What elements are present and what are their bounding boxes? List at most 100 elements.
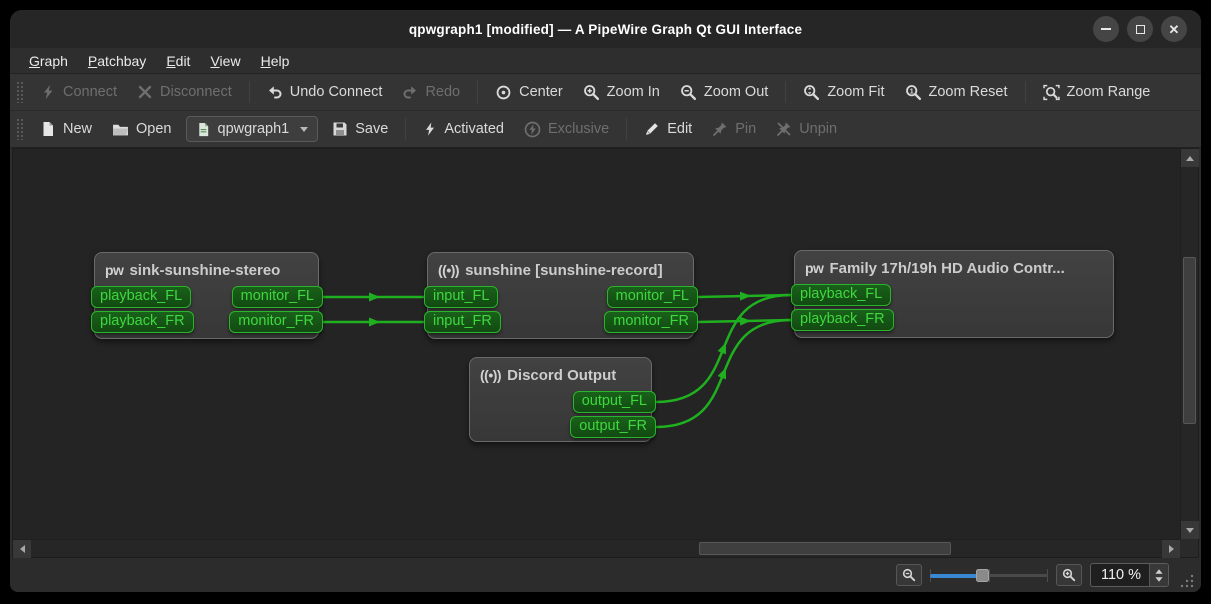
node-title: Discord Output (507, 367, 616, 384)
redo-button: Redo (392, 79, 470, 105)
scroll-up-button[interactable] (1181, 149, 1199, 167)
graph-node-sink[interactable]: pw sink-sunshine-stereo playback_FLplaybac… (94, 252, 319, 339)
session-dropdown[interactable]: qpwgraph1 (186, 116, 319, 142)
new-button[interactable]: New (30, 116, 102, 142)
edit-pencil-icon (644, 121, 660, 137)
node-title: sunshine [sunshine-record] (465, 262, 663, 279)
broadcast-icon: ((•)) (480, 367, 501, 383)
canvas-frame: pwsink-sunshine-stereoplayback_FLplaybac… (12, 148, 1199, 558)
port-output_FL[interactable]: output_FL (573, 391, 656, 413)
zoom-reset-icon: 1 (905, 84, 922, 101)
zoom-out-button[interactable]: Zoom Out (670, 79, 778, 106)
save-button[interactable]: Save (322, 116, 398, 142)
statusbar: 110 % (10, 558, 1201, 592)
close-button[interactable]: ✕ (1161, 16, 1187, 42)
disconnect-button: Disconnect (127, 79, 242, 105)
toolbar-separator (405, 118, 406, 140)
connection-arrow-icon (718, 367, 726, 379)
zoom-slider[interactable] (930, 566, 1048, 584)
vertical-scrollbar[interactable] (1180, 149, 1198, 539)
center-button[interactable]: Center (485, 79, 573, 106)
port-playback_FR[interactable]: playback_FR (91, 311, 194, 333)
scroll-down-button[interactable] (1181, 521, 1199, 539)
port-playback_FR[interactable]: playback_FR (791, 309, 894, 331)
connection-line[interactable] (698, 295, 791, 297)
undo-connect-button[interactable]: Undo Connect (257, 79, 393, 105)
menu-graph[interactable]: Graph (20, 51, 77, 71)
session-dropdown-label: qpwgraph1 (218, 121, 290, 137)
scroll-right-button[interactable] (1162, 540, 1180, 558)
toolbar-drag-handle[interactable] (16, 81, 24, 103)
port-input_FR[interactable]: input_FR (424, 311, 501, 333)
titlebar[interactable]: qpwgraph1 [modified] — A PipeWire Graph … (10, 10, 1201, 48)
zoom-spinbox[interactable]: 110 % (1090, 563, 1169, 587)
minimize-button[interactable] (1093, 16, 1119, 42)
center-icon (495, 84, 512, 101)
zoom-fit-icon (803, 84, 820, 101)
graph-node-family[interactable]: pwFamily 17h/19h HD Audio Contr...playba… (794, 250, 1114, 338)
toolbar-file: New Open qpwgraph1 Save Activated Exclus… (10, 111, 1201, 148)
statusbar-zoom-in-button[interactable] (1056, 564, 1082, 586)
port-input_FL[interactable]: input_FL (424, 286, 498, 308)
toolbar-drag-handle[interactable] (16, 118, 24, 140)
maximize-icon (1136, 25, 1145, 34)
connection-line[interactable] (698, 320, 791, 322)
zoom-reset-button[interactable]: 1 Zoom Reset (895, 79, 1018, 106)
open-button[interactable]: Open (102, 116, 181, 143)
connection-arrow-icon (369, 318, 380, 327)
spin-down-button[interactable] (1155, 577, 1162, 582)
zoom-in-button[interactable]: Zoom In (573, 79, 670, 106)
arrow-up-icon (1186, 156, 1194, 161)
port-monitor_FL[interactable]: monitor_FL (607, 286, 698, 308)
menu-view[interactable]: View (201, 51, 249, 71)
zoom-slider-handle[interactable] (976, 569, 989, 582)
port-monitor_FL[interactable]: monitor_FL (232, 286, 323, 308)
toolbar-separator (477, 81, 478, 103)
zoom-range-button[interactable]: Zoom Range (1033, 79, 1161, 106)
maximize-button[interactable] (1127, 16, 1153, 42)
menu-help[interactable]: Help (252, 51, 299, 71)
vertical-scrollbar-thumb[interactable] (1183, 257, 1196, 424)
port-playback_FL[interactable]: playback_FL (791, 284, 891, 306)
connection-arrow-icon (740, 317, 751, 326)
edit-button[interactable]: Edit (634, 116, 702, 142)
graph-node-discord[interactable]: ((•))Discord Outputoutput_FLoutput_FR (469, 357, 652, 442)
spin-up-button[interactable] (1155, 569, 1162, 574)
toolbar-separator (1025, 81, 1026, 103)
port-monitor_FR[interactable]: monitor_FR (229, 311, 323, 333)
zoom-value: 110 % (1091, 564, 1149, 586)
menu-patchbay[interactable]: Patchbay (79, 51, 155, 71)
open-folder-icon (112, 121, 129, 138)
connect-icon (40, 84, 56, 100)
zoom-in-icon (1062, 568, 1076, 582)
statusbar-zoom-out-button[interactable] (896, 564, 922, 586)
zoom-slider-fill (930, 574, 982, 578)
zoom-in-icon (583, 84, 600, 101)
graph-canvas[interactable]: pwsink-sunshine-stereoplayback_FLplaybac… (13, 149, 1180, 539)
port-output_FR[interactable]: output_FR (570, 416, 656, 438)
node-title: sink-sunshine-stereo (129, 262, 280, 279)
horizontal-scrollbar[interactable] (13, 539, 1180, 557)
pipewire-icon: pw (105, 262, 123, 278)
scroll-left-button[interactable] (13, 540, 31, 558)
toolbar-main: Connect Disconnect Undo Connect Redo Cen… (10, 74, 1201, 111)
resize-grip[interactable] (1179, 573, 1195, 589)
svg-text:1: 1 (909, 86, 913, 95)
broadcast-icon: ((•)) (438, 262, 459, 278)
new-file-icon (40, 121, 56, 137)
horizontal-scrollbar-thumb[interactable] (699, 542, 951, 555)
graph-node-sunshine[interactable]: ((•)) sunshine [sunshine-record] input_FLi… (427, 252, 694, 339)
menubar: Graph Patchbay Edit View Help (10, 48, 1201, 74)
connect-button: Connect (30, 79, 127, 105)
toolbar-separator (626, 118, 627, 140)
app-window: qpwgraph1 [modified] — A PipeWire Graph … (10, 10, 1201, 592)
port-monitor_FR[interactable]: monitor_FR (604, 311, 698, 333)
port-playback_FL[interactable]: playback_FL (91, 286, 191, 308)
zoom-out-icon (902, 568, 916, 582)
connection-arrow-icon (740, 292, 751, 301)
menu-edit[interactable]: Edit (157, 51, 199, 71)
unpin-icon (776, 121, 792, 137)
minimize-icon (1101, 28, 1111, 30)
activated-button[interactable]: Activated (413, 116, 514, 142)
zoom-fit-button[interactable]: Zoom Fit (793, 79, 894, 106)
